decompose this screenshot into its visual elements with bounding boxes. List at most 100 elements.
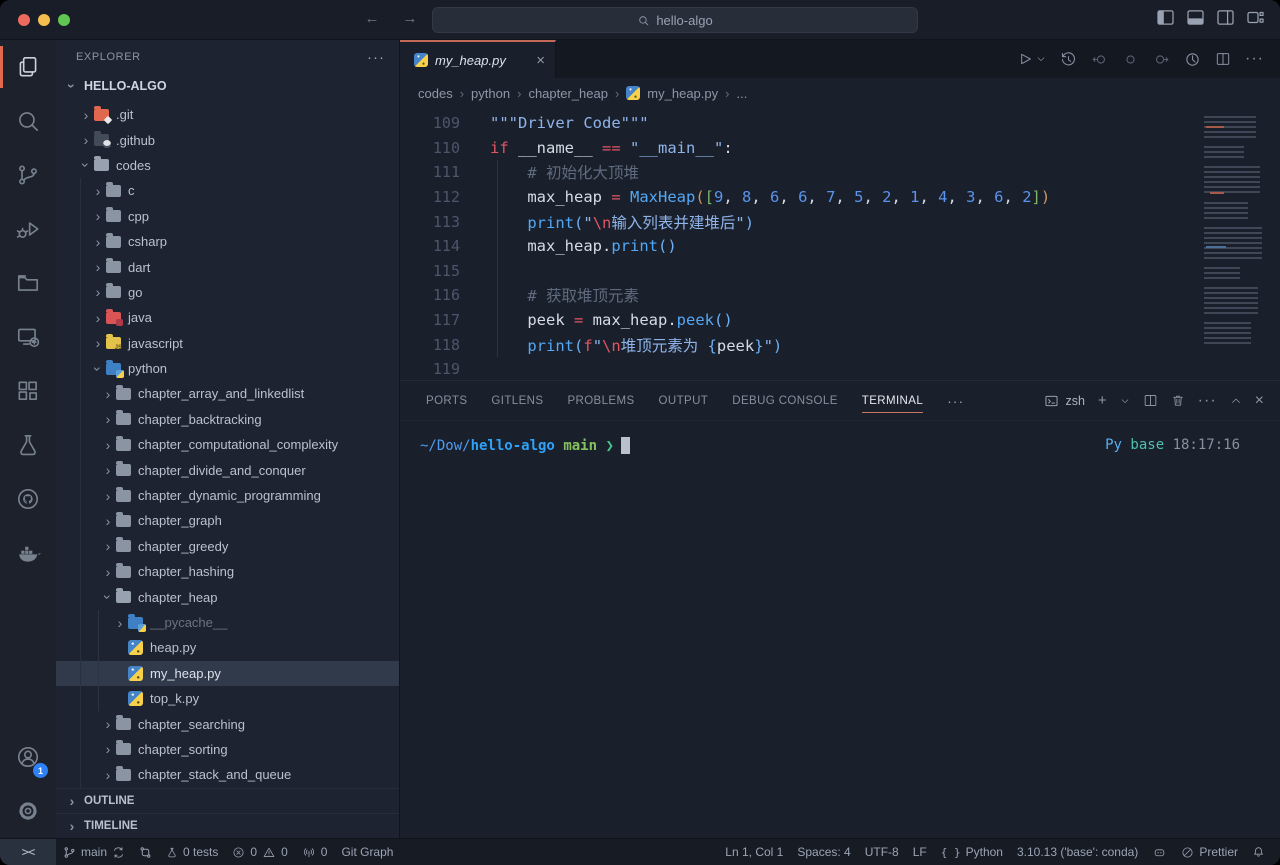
status-eol[interactable]: LF xyxy=(906,839,934,865)
status-notifications[interactable] xyxy=(1245,839,1272,865)
editor-tab-my-heap[interactable]: my_heap.py × xyxy=(400,40,556,78)
open-changes-icon[interactable] xyxy=(1122,51,1139,68)
panel-tab[interactable]: DEBUG CONSOLE xyxy=(720,381,850,420)
tree-item[interactable]: › chapter_divide_and_conquer xyxy=(56,457,399,482)
tree-item[interactable]: › chapter_sorting xyxy=(56,737,399,762)
code-line[interactable]: 109 """Driver Code""" xyxy=(400,111,1190,136)
activity-docker[interactable] xyxy=(0,526,56,580)
run-python-file-icon[interactable] xyxy=(1017,51,1033,67)
outline-section-header[interactable]: › OUTLINE xyxy=(56,788,399,813)
code-line[interactable]: 110 if __name__ == "__main__": xyxy=(400,136,1190,161)
tree-item[interactable]: › codes xyxy=(56,153,399,178)
activity-extensions[interactable] xyxy=(0,364,56,418)
breadcrumb-codes[interactable]: codes xyxy=(418,86,453,101)
tree-item[interactable]: › chapter_stack_and_queue xyxy=(56,762,399,787)
toggle-secondary-sidebar-icon[interactable] xyxy=(1217,10,1234,25)
status-problems[interactable]: 0 0 xyxy=(225,839,294,865)
tree-item[interactable]: › python xyxy=(56,356,399,381)
panel-tab[interactable]: GITLENS xyxy=(479,381,555,420)
panel-tab[interactable]: OUTPUT xyxy=(647,381,721,420)
code-line[interactable]: 117 peek = max_heap.peek() xyxy=(400,308,1190,333)
status-broadcast[interactable]: 0 xyxy=(295,839,335,865)
status-language-mode[interactable]: { } Python xyxy=(934,839,1010,865)
tree-item[interactable]: › go xyxy=(56,280,399,305)
activity-remote-explorer[interactable] xyxy=(0,310,56,364)
tree-item[interactable]: › chapter_array_and_linkedlist xyxy=(56,381,399,406)
panel-tab[interactable]: PORTS xyxy=(414,381,479,420)
tree-item[interactable]: › chapter_dynamic_programming xyxy=(56,483,399,508)
tree-item[interactable]: › chapter_greedy xyxy=(56,534,399,559)
editor-more-actions-icon[interactable]: ··· xyxy=(1245,50,1264,68)
timeline-history-icon[interactable] xyxy=(1060,51,1077,68)
status-git-graph[interactable]: Git Graph xyxy=(334,839,400,865)
breadcrumb-file[interactable]: my_heap.py xyxy=(647,86,718,101)
code-line[interactable]: 115 xyxy=(400,259,1190,284)
tree-item[interactable]: › dart xyxy=(56,254,399,279)
split-editor-icon[interactable] xyxy=(1215,51,1231,67)
history-forward-icon[interactable]: → xyxy=(400,10,420,27)
activity-file-folder[interactable] xyxy=(0,256,56,310)
activity-explorer[interactable] xyxy=(0,40,56,94)
tree-item[interactable]: › javascript xyxy=(56,331,399,356)
tree-item[interactable]: › .git xyxy=(56,102,399,127)
status-encoding[interactable]: UTF-8 xyxy=(858,839,906,865)
panel-more-actions-icon[interactable]: ··· xyxy=(1198,392,1217,410)
tree-item[interactable]: › c xyxy=(56,178,399,203)
tree-item[interactable]: › chapter_searching xyxy=(56,711,399,736)
status-python-interpreter[interactable]: 3.10.13 ('base': conda) xyxy=(1010,839,1145,865)
breadcrumb-symbol[interactable]: ... xyxy=(736,86,747,101)
tree-item[interactable]: › top_k.py xyxy=(56,686,399,711)
split-terminal-icon[interactable] xyxy=(1143,393,1158,408)
code-line[interactable]: 112 max_heap = MaxHeap([9, 8, 6, 6, 7, 5… xyxy=(400,185,1190,210)
shell-selector[interactable]: zsh xyxy=(1044,394,1084,408)
activity-github[interactable] xyxy=(0,472,56,526)
code-editor[interactable]: 109 """Driver Code""" 110 if __name__ ==… xyxy=(400,108,1280,380)
panel-tab[interactable]: PROBLEMS xyxy=(555,381,646,420)
project-root-row[interactable]: › HELLO-ALGO xyxy=(56,74,399,98)
customize-layout-icon[interactable] xyxy=(1247,10,1264,25)
activity-accounts[interactable]: 1 xyxy=(0,730,56,784)
minimize-window-button[interactable] xyxy=(38,14,50,26)
status-indentation[interactable]: Spaces: 4 xyxy=(790,839,857,865)
new-terminal-icon[interactable]: + xyxy=(1098,392,1107,409)
run-dropdown-icon[interactable] xyxy=(1036,54,1046,64)
open-changes-prev-icon[interactable] xyxy=(1091,51,1108,68)
explorer-more-actions-icon[interactable]: ··· xyxy=(367,49,385,66)
code-line[interactable]: 119 xyxy=(400,357,1190,380)
tree-item[interactable]: › chapter_backtracking xyxy=(56,407,399,432)
activity-run-debug[interactable] xyxy=(0,202,56,256)
toggle-primary-sidebar-icon[interactable] xyxy=(1157,10,1174,25)
gitlens-graph-icon[interactable] xyxy=(1184,51,1201,68)
close-tab-icon[interactable]: × xyxy=(536,52,545,69)
status-prettier[interactable]: Prettier xyxy=(1174,839,1245,865)
maximize-panel-icon[interactable] xyxy=(1230,395,1242,407)
maximize-window-button[interactable] xyxy=(58,14,70,26)
tree-item[interactable]: › cpp xyxy=(56,204,399,229)
open-changes-next-icon[interactable] xyxy=(1153,51,1170,68)
code-line[interactable]: 118 print(f"\n堆顶元素为 {peek}") xyxy=(400,332,1190,357)
status-gitlens-compare[interactable] xyxy=(132,839,159,865)
activity-testing[interactable] xyxy=(0,418,56,472)
command-center-search[interactable]: hello-algo xyxy=(432,7,918,33)
tree-item[interactable]: › chapter_heap xyxy=(56,584,399,609)
code-line[interactable]: 114 max_heap.print() xyxy=(400,234,1190,259)
activity-settings[interactable] xyxy=(0,784,56,838)
timeline-section-header[interactable]: › TIMELINE xyxy=(56,813,399,838)
breadcrumb-chapter-heap[interactable]: chapter_heap xyxy=(528,86,608,101)
tree-item[interactable]: › chapter_graph xyxy=(56,508,399,533)
panel-tab[interactable]: TERMINAL xyxy=(850,381,935,420)
code-line[interactable]: 111 # 初始化大顶堆 xyxy=(400,160,1190,185)
tree-item[interactable]: › __pycache__ xyxy=(56,610,399,635)
tree-item[interactable]: › chapter_hashing xyxy=(56,559,399,584)
tree-item[interactable]: › my_heap.py xyxy=(56,661,399,686)
code-line[interactable]: 116 # 获取堆顶元素 xyxy=(400,283,1190,308)
terminal-dropdown-icon[interactable] xyxy=(1120,396,1130,406)
activity-source-control[interactable] xyxy=(0,148,56,202)
history-back-icon[interactable]: ← xyxy=(362,10,382,27)
tree-item[interactable]: › java xyxy=(56,305,399,330)
minimap[interactable] xyxy=(1204,108,1270,334)
status-cursor-position[interactable]: Ln 1, Col 1 xyxy=(718,839,790,865)
terminal-content[interactable]: ~/Dow/hello-algo main ❯ Py base 18:17:16 xyxy=(400,421,1280,838)
close-window-button[interactable] xyxy=(18,14,30,26)
close-panel-icon[interactable]: × xyxy=(1255,392,1264,410)
